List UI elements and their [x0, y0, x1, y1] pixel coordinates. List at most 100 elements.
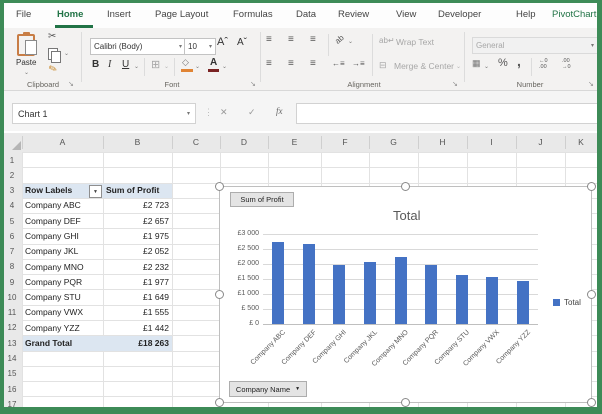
- borders-icon[interactable]: ⊞: [151, 58, 160, 71]
- font-color-dropdown-arrow[interactable]: ⌄: [222, 63, 227, 70]
- underline-button[interactable]: U: [122, 59, 129, 70]
- tab-review[interactable]: Review: [338, 9, 369, 20]
- alignment-dialog-launcher[interactable]: ↘: [452, 80, 458, 88]
- pivot-row-label[interactable]: Company MNO: [25, 259, 101, 274]
- pivot-row-label[interactable]: Company VWX: [25, 305, 101, 320]
- value-field-button[interactable]: Sum of Profit: [230, 192, 294, 207]
- bar-company-jkl[interactable]: [363, 262, 376, 324]
- middle-align-icon[interactable]: ≡: [288, 34, 294, 45]
- font-name-combo[interactable]: Calibri (Body) ▾: [90, 38, 186, 55]
- increase-indent-icon[interactable]: →≡: [352, 59, 365, 68]
- formula-input[interactable]: [296, 103, 602, 124]
- name-box-dropdown-arrow[interactable]: ▾: [187, 110, 190, 117]
- grow-font-icon[interactable]: Aˆ: [217, 36, 228, 48]
- tab-developer[interactable]: Developer: [438, 9, 481, 20]
- pivot-chart[interactable]: Sum of Profit Total £3 000 £2 500 £2 000 £1…: [219, 186, 592, 403]
- tab-pivotchart[interactable]: PivotChart: [552, 9, 596, 20]
- grid-row-header-7[interactable]: 7: [4, 247, 20, 256]
- chart-handle-se[interactable]: [587, 398, 596, 407]
- pivot-row-value[interactable]: £1 555: [103, 305, 169, 320]
- font-color-icon[interactable]: A: [210, 57, 217, 68]
- grid-row-header-12[interactable]: 12: [4, 323, 20, 332]
- merge-center-dropdown-arrow[interactable]: ⌄: [456, 63, 461, 70]
- chart-handle-nw[interactable]: [215, 182, 224, 191]
- pivot-row-value[interactable]: £2 657: [103, 213, 169, 228]
- increase-decimal-icon[interactable]: ←0.00: [539, 58, 548, 70]
- decrease-decimal-icon[interactable]: .00 →0: [562, 58, 571, 70]
- percent-style-icon[interactable]: %: [498, 57, 508, 69]
- top-align-icon[interactable]: ≡: [266, 34, 272, 45]
- formula-cancel-icon[interactable]: ✕: [220, 107, 228, 118]
- grid-row-header-11[interactable]: 11: [4, 308, 20, 317]
- pivot-row-label[interactable]: Company PQR: [25, 274, 101, 289]
- insert-function-icon[interactable]: fx: [276, 106, 283, 116]
- name-box[interactable]: Chart 1 ▾: [12, 103, 196, 124]
- grid-row-header-4[interactable]: 4: [4, 201, 20, 210]
- copy-dropdown-arrow[interactable]: ⌄: [64, 50, 69, 57]
- grid-column-header-B[interactable]: B: [103, 137, 172, 147]
- wrap-text-label[interactable]: Wrap Text: [396, 37, 434, 47]
- grid-row-header-3[interactable]: 3: [4, 186, 20, 195]
- pivot-row-value[interactable]: £2 052: [103, 244, 169, 259]
- chart-handle-s[interactable]: [401, 398, 410, 407]
- accounting-dropdown-arrow[interactable]: ⌄: [484, 63, 489, 70]
- number-format-combo[interactable]: General ▾: [472, 37, 598, 54]
- chart-handle-e[interactable]: [587, 290, 596, 299]
- grid-row-header-2[interactable]: 2: [4, 171, 20, 180]
- grid-row-header-8[interactable]: 8: [4, 262, 20, 271]
- pivot-row-value[interactable]: £1 975: [103, 228, 169, 243]
- grid-column-header-K[interactable]: K: [565, 137, 597, 147]
- grid-row-header-6[interactable]: 6: [4, 232, 20, 241]
- fill-color-icon[interactable]: ◇: [182, 57, 189, 68]
- pivot-row-label[interactable]: Company DEF: [25, 213, 101, 228]
- pivot-row-value[interactable]: £2 723: [103, 198, 169, 213]
- bar-company-vwx[interactable]: [486, 277, 499, 324]
- grid-row-header-14[interactable]: 14: [4, 354, 20, 363]
- chart-handle-w[interactable]: [215, 290, 224, 299]
- format-painter-icon[interactable]: ✎: [47, 63, 59, 76]
- chart-handle-sw[interactable]: [215, 398, 224, 407]
- grid-row-header-13[interactable]: 13: [4, 339, 20, 348]
- orientation-dropdown-arrow[interactable]: ⌄: [348, 38, 353, 45]
- grid-column-header-J[interactable]: J: [516, 137, 565, 147]
- bottom-align-icon[interactable]: ≡: [310, 34, 316, 45]
- grid-column-header-C[interactable]: C: [172, 137, 220, 147]
- pivot-row-label[interactable]: Company GHI: [25, 228, 101, 243]
- align-right-icon[interactable]: ≡: [310, 58, 316, 69]
- pivot-row-value[interactable]: £2 232: [103, 259, 169, 274]
- number-dialog-launcher[interactable]: ↘: [588, 80, 594, 88]
- decrease-indent-icon[interactable]: ←≡: [332, 59, 345, 68]
- merge-center-label[interactable]: Merge & Center: [394, 61, 454, 71]
- bold-button[interactable]: B: [92, 59, 99, 70]
- tab-insert[interactable]: Insert: [107, 9, 131, 20]
- pivot-row-label[interactable]: Company YZZ: [25, 320, 101, 335]
- bar-company-abc[interactable]: [272, 242, 285, 324]
- grid-row-header-15[interactable]: 15: [4, 369, 20, 378]
- pivot-row-value[interactable]: £1 649: [103, 289, 169, 304]
- pivot-row-value[interactable]: £1 442: [103, 320, 169, 335]
- axis-field-button[interactable]: Company Name ▼: [229, 381, 307, 397]
- underline-dropdown-arrow[interactable]: ⌄: [134, 63, 139, 70]
- fill-color-dropdown-arrow[interactable]: ⌄: [195, 63, 200, 70]
- chart-title[interactable]: Total: [393, 208, 420, 223]
- bar-company-pqr[interactable]: [425, 264, 438, 324]
- grid-column-header-I[interactable]: I: [467, 137, 516, 147]
- tab-view[interactable]: View: [396, 9, 416, 20]
- orientation-icon[interactable]: ab: [333, 33, 346, 46]
- tab-home[interactable]: Home: [57, 9, 83, 20]
- grid-column-header-H[interactable]: H: [418, 137, 467, 147]
- bar-company-mno[interactable]: [394, 257, 407, 324]
- grid-row-header-10[interactable]: 10: [4, 293, 20, 302]
- grid-column-header-G[interactable]: G: [369, 137, 418, 147]
- font-dialog-launcher[interactable]: ↘: [250, 80, 256, 88]
- tab-file[interactable]: File: [16, 9, 31, 20]
- clipboard-dialog-launcher[interactable]: ↘: [68, 80, 74, 88]
- grid-row-header-16[interactable]: 16: [4, 385, 20, 394]
- grid-row-header-9[interactable]: 9: [4, 278, 20, 287]
- tab-data[interactable]: Data: [296, 9, 316, 20]
- borders-dropdown-arrow[interactable]: ⌄: [164, 63, 169, 70]
- grid-column-header-E[interactable]: E: [268, 137, 321, 147]
- grid-row-header-5[interactable]: 5: [4, 217, 20, 226]
- bar-company-def[interactable]: [302, 244, 315, 324]
- tab-formulas[interactable]: Formulas: [233, 9, 273, 20]
